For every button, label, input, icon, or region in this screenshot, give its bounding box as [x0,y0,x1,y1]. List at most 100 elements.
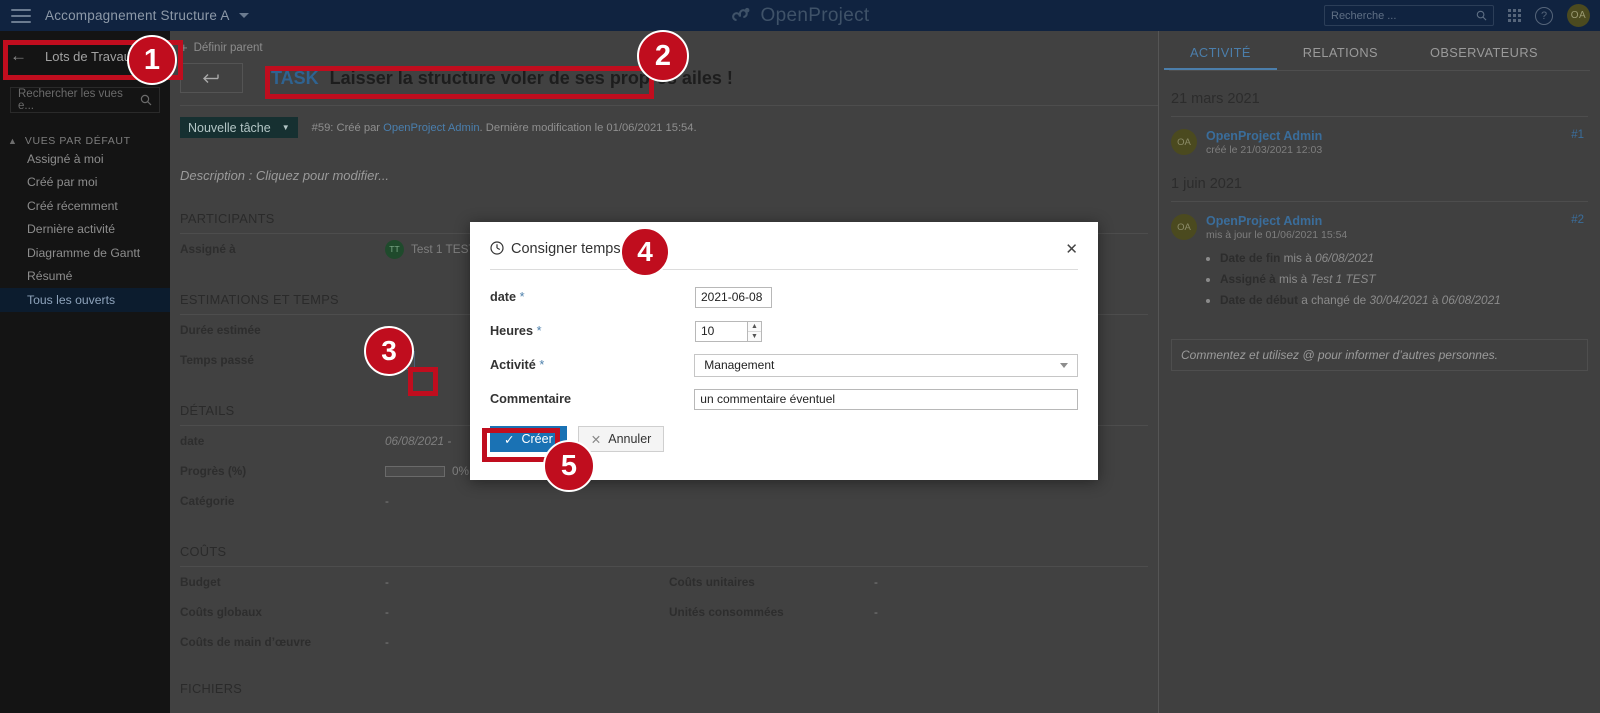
sidebar-item-assigne-a-moi[interactable]: Assigné à moi [0,147,170,171]
help-icon[interactable]: ? [1535,6,1553,25]
sidebar-header: ← Lots de Travaux [0,31,170,81]
section-title-fichiers: FICHIERS [180,681,243,696]
modal-field-row-comment: Commentaire un commentaire éventuel [490,382,1078,416]
work-package-type: TASK [271,67,319,88]
status-badge[interactable]: Nouvelle tâche ▼ [180,117,298,138]
sidebar-item-derniere-activite[interactable]: Dernière activité [0,218,170,242]
field-value-budget[interactable]: - [385,575,389,589]
progress-bar[interactable] [385,465,445,477]
back-arrow-icon [203,73,219,83]
activity-date-group-2: 1 juin 2021 [1171,176,1242,192]
sidebar-item-diagramme-de-gantt[interactable]: Diagramme de Gantt [0,241,170,265]
log-time-clock-icon[interactable] [394,350,415,370]
field-label-labour-costs: Coûts de main d’œuvre [180,635,312,649]
project-name[interactable]: Accompagnement Structure A [45,8,230,23]
field-global-costs: Coûts globaux - [180,605,669,619]
chevron-down-icon[interactable] [238,13,249,18]
chevron-down-icon [1060,362,1068,368]
stepper-up-icon[interactable]: ▲ [748,322,761,332]
modal-create-button[interactable]: ✓ Créer [490,426,567,452]
activity-user[interactable]: OpenProject Admin [1206,214,1347,228]
global-search-input[interactable]: Recherche ... [1324,5,1494,26]
sidebar-item-resume[interactable]: Résumé [0,265,170,289]
tab-relations[interactable]: RELATIONS [1277,45,1404,70]
list-item: Date de fin mis à 06/08/2021 [1220,248,1600,269]
modal-comment-input[interactable]: un commentaire éventuel [694,388,1078,410]
set-parent-button[interactable]: + Définir parent [170,31,1158,55]
activity-number[interactable]: #1 [1571,129,1584,156]
work-package-meta-text: #59: Créé par OpenProject Admin. Dernièr… [312,122,697,134]
modal-date-input[interactable]: 2021-06-08 [695,286,772,308]
activity-entry: OA OpenProject Admin mis à jour le 01/06… [1171,214,1600,241]
modal-cancel-label: Annuler [608,432,652,446]
user-avatar[interactable]: OA [1567,4,1590,27]
modal-label-date: date * [490,290,525,304]
top-header: Accompagnement Structure A OpenProject R… [0,0,1600,31]
work-package-subject: Laisser la structure voler de ses propre… [329,67,733,88]
activity-changes-list: Date de fin mis à 06/08/2021 Assigné à m… [1208,248,1600,311]
left-sidebar: ← Lots de Travaux Rechercher les vues e.… [0,31,170,713]
global-search-placeholder: Recherche ... [1331,9,1397,22]
activity-user[interactable]: OpenProject Admin [1206,129,1322,143]
close-icon[interactable]: ✕ [1065,240,1078,258]
avatar: OA [1171,214,1197,240]
field-value-spent: - [385,353,389,367]
field-label-budget: Budget [180,575,221,589]
brand-logo[interactable]: OpenProject [731,5,870,27]
divider [490,269,1078,270]
modal-label-comment: Commentaire [490,392,572,406]
menu-hamburger-icon[interactable] [11,8,31,23]
field-row-category: Catégorie - [180,486,1158,516]
work-package-title-row: TASK Laisser la structure voler de ses p… [180,63,1158,93]
modal-hours-value: 10 [701,324,715,338]
modal-create-label: Créer [521,432,553,446]
activity-entry: OA OpenProject Admin créé le 21/03/2021 … [1171,129,1600,156]
sidebar-group-default-views[interactable]: ▲ VUES PAR DÉFAUT [0,135,170,147]
sidebar-item-cree-par-moi[interactable]: Créé par moi [0,171,170,195]
description-placeholder[interactable]: Description : Cliquez pour modifier... [180,168,1158,183]
field-value-global-costs[interactable]: - [385,605,389,619]
app-root: Accompagnement Structure A OpenProject R… [0,0,1600,713]
field-value-category[interactable]: - [385,494,389,508]
stepper-down-icon[interactable]: ▼ [748,332,761,341]
field-value-unit-costs[interactable]: - [874,575,878,589]
sidebar-item-tous-les-ouverts[interactable]: Tous les ouverts [0,288,170,312]
hours-stepper[interactable]: ▲ ▼ [747,320,762,342]
modal-hours-input[interactable]: 10 ▲ ▼ [695,320,762,342]
sidebar-group-label: VUES PAR DÉFAUT [24,135,131,147]
sidebar-item-cree-recemment[interactable]: Créé récemment [0,194,170,218]
modal-cancel-button[interactable]: ✕ Annuler [577,426,665,452]
field-value-labour-costs[interactable]: - [385,635,389,649]
brand-name: OpenProject [760,4,870,26]
sidebar-search-input[interactable]: Rechercher les vues e... [10,87,160,113]
activity-number[interactable]: #2 [1571,214,1584,241]
log-time-modal: Consigner temps ✕ date * 2021-06-08 Heur… [470,222,1098,480]
back-button[interactable] [180,63,243,93]
comment-input[interactable]: Commentez et utilisez @ pour informer d’… [1171,339,1588,371]
modal-activity-select[interactable]: Management [694,353,1078,377]
field-value-estimated[interactable]: - [385,323,389,337]
field-unit-costs: Coûts unitaires - [669,575,1158,589]
meta-author-link[interactable]: OpenProject Admin [383,122,479,134]
modal-field-row-date: date * 2021-06-08 [490,280,1078,314]
plus-icon: + [180,40,188,55]
chevron-down-icon: ▼ [281,123,290,132]
work-package-heading[interactable]: TASK Laisser la structure voler de ses p… [271,68,733,89]
activity-timestamp: créé le 21/03/2021 12:03 [1206,144,1323,156]
field-label-unit-costs: Coûts unitaires [669,575,755,589]
sidebar-search-placeholder: Rechercher les vues e... [18,88,123,112]
modules-grid-icon[interactable] [1508,9,1521,22]
modal-label-hours: Heures * [490,324,542,338]
tab-observateurs[interactable]: OBSERVATEURS [1404,45,1564,70]
field-label-progress: Progrès (%) [180,464,247,478]
back-arrow-icon[interactable]: ← [10,46,27,66]
field-category: Catégorie - [180,494,677,508]
field-value-units-consumed[interactable]: - [874,605,878,619]
field-labour-costs: Coûts de main d’œuvre - [180,635,677,649]
tab-activite[interactable]: ACTIVITÉ [1164,45,1277,70]
field-value-date[interactable]: 06/08/2021 - [385,434,451,448]
field-value-assignee[interactable]: Test 1 TEST [411,242,476,256]
field-units-consumed: Unités consommées - [669,605,1158,619]
chevron-up-icon: ▲ [8,136,17,146]
meta-prefix: #59: Créé par [311,121,384,134]
